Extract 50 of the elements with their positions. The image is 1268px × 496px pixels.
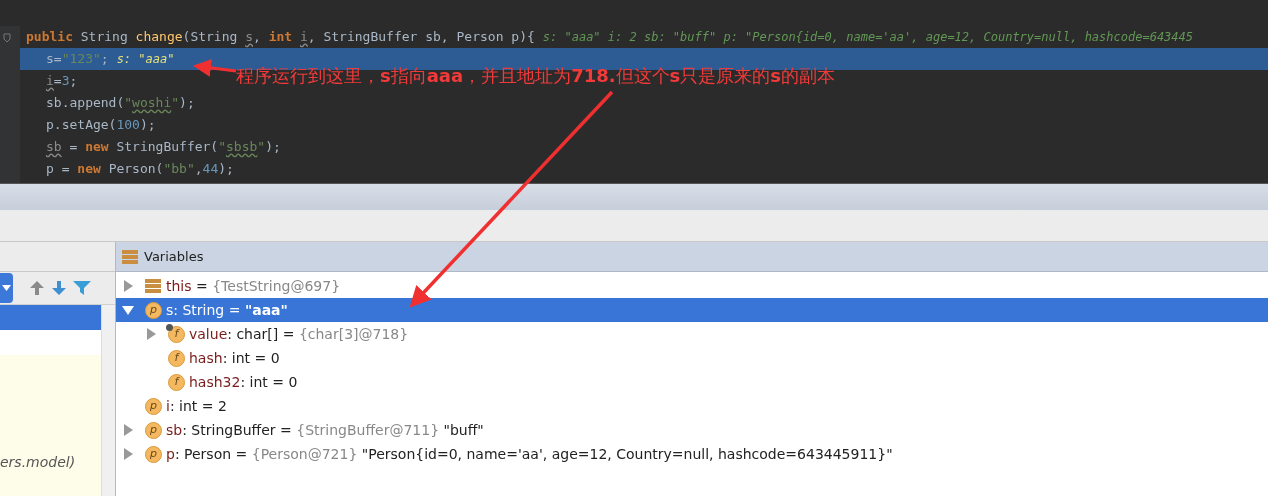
tree-row[interactable]: p i: int = 2: [116, 394, 1268, 418]
variable-label: this = {TestString@697}: [166, 276, 341, 296]
inline-value-hint: s: "aaa" i: 2 sb: "buff" p: "Person{id=0, name='aa', age=12, Country=null, hashcode=643445: [542, 29, 1193, 46]
badge-icon: p: [145, 301, 162, 319]
stack-icon: [145, 278, 161, 294]
panel-title: Variables: [144, 247, 204, 266]
expand-icon[interactable]: [145, 328, 157, 340]
tree-row[interactable]: f value: char[] = {char[3]@718}: [116, 322, 1268, 346]
badge-icon: p: [145, 397, 162, 415]
stack-icon: [122, 248, 138, 265]
badge-icon: p: [145, 421, 162, 439]
tree-row[interactable]: p p: Person = {Person@721} "Person{id=0, name='aa', age=12, Country=null, hashcode=643445911}": [116, 442, 1268, 466]
code-line: sb.append("woshi");: [46, 94, 195, 113]
tree-row[interactable]: p sb: StringBuffer = {StringBuffer@711} "buff": [116, 418, 1268, 442]
badge-icon: f: [168, 373, 185, 391]
variable-label: p: Person = {Person@721} "Person{id=0, name='aa', age=12, Country=null, hashcode=643445911}": [166, 444, 893, 464]
tree-row[interactable]: f hash32: int = 0: [116, 370, 1268, 394]
code-line: s="123";: [46, 50, 109, 69]
arrow-up-icon[interactable]: [29, 280, 45, 296]
code-line: p = new Person("bb",44);: [46, 160, 234, 179]
arrow-down-icon[interactable]: [51, 280, 67, 296]
scrollbar[interactable]: [101, 305, 115, 496]
badge-icon: f: [168, 325, 185, 343]
code-line: i=3;: [46, 72, 78, 91]
inline-value-hint: s: "aaa": [116, 51, 175, 68]
annotation-arrow: [193, 58, 237, 77]
tree-row[interactable]: p s: String = "aaa": [116, 298, 1268, 322]
code-line: sb = new StringBuffer("sbsb");: [46, 138, 281, 157]
expand-icon[interactable]: [122, 424, 134, 436]
filter-icon[interactable]: [73, 280, 91, 296]
code-line: public String change(String s, int i, StringBuffer sb, Person p){: [26, 28, 535, 47]
variable-label: s: String = "aaa": [166, 300, 288, 320]
variable-label: hash32: int = 0: [189, 372, 298, 392]
tree-row[interactable]: this = {TestString@697}: [116, 274, 1268, 298]
badge-icon: p: [145, 445, 162, 463]
variable-label: value: char[] = {char[3]@718}: [189, 324, 409, 344]
tree-row[interactable]: f hash: int = 0: [116, 346, 1268, 370]
expand-icon[interactable]: [122, 280, 134, 292]
annotation-text: 程序运行到这里，s指向aaa，并且地址为718.但这个s只是原来的s的副本: [236, 64, 836, 88]
code-line: p.setAge(100);: [46, 116, 156, 135]
badge-icon: f: [168, 349, 185, 367]
collapse-icon[interactable]: [122, 304, 134, 316]
frame-text: ers.model): [0, 453, 77, 472]
caret-icon: [2, 285, 11, 291]
variable-label: sb: StringBuffer = {StringBuffer@711} "buff": [166, 420, 484, 440]
variable-label: i: int = 2: [166, 396, 227, 416]
fold-icon[interactable]: [3, 33, 12, 43]
variable-label: hash: int = 0: [189, 348, 280, 368]
expand-icon[interactable]: [122, 448, 134, 460]
dropdown-button[interactable]: [0, 273, 13, 303]
